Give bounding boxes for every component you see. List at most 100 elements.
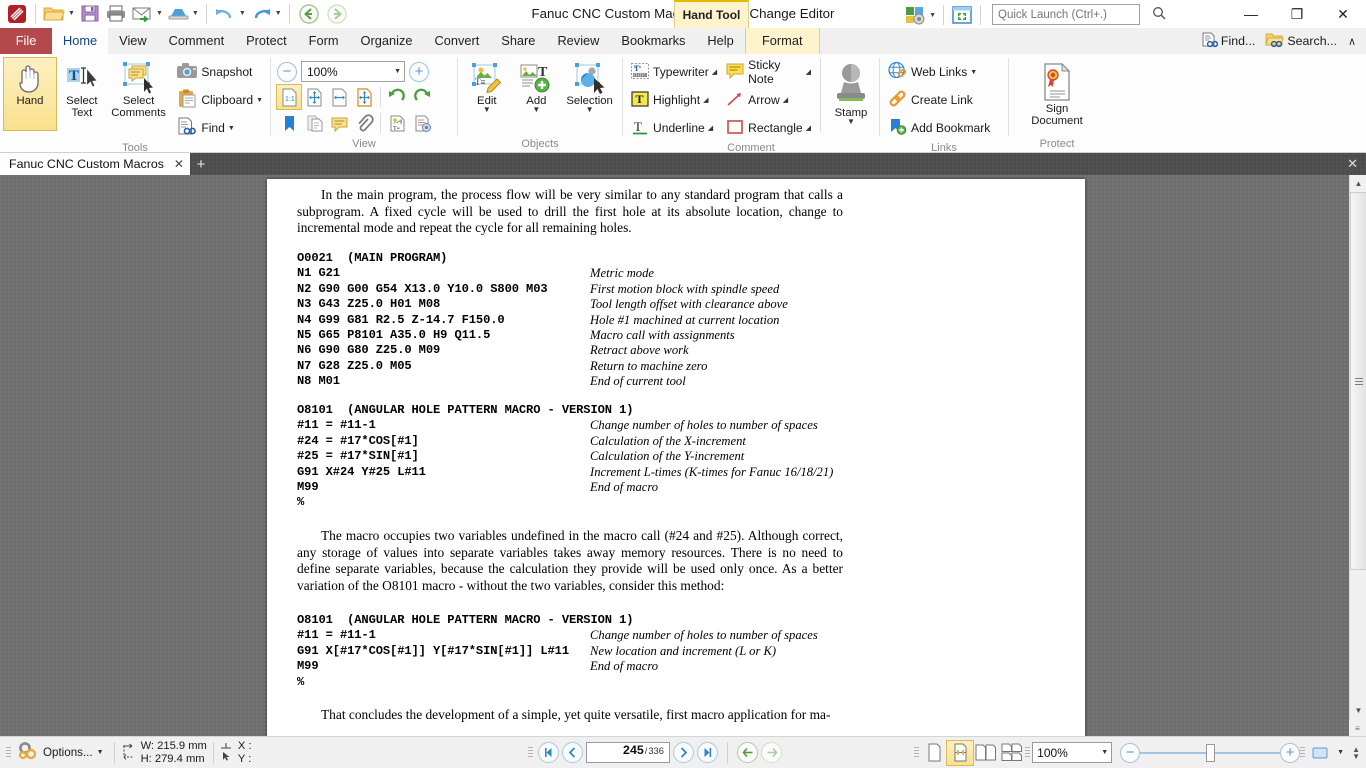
app-logo-icon[interactable] (4, 1, 30, 27)
typewriter-button[interactable]: T Typewriter ◢ (627, 58, 720, 86)
chevron-down-icon[interactable]: ▼ (1101, 749, 1108, 756)
find-caret-icon[interactable]: ▼ (228, 125, 235, 132)
search-button[interactable]: Search... (1260, 29, 1342, 53)
add-objects-button[interactable]: T Add ▼ (512, 58, 562, 132)
document-tab[interactable]: Fanuc CNC Custom Macros ✕ (0, 153, 190, 175)
create-link-button[interactable]: Create Link (884, 86, 976, 114)
tab-review[interactable]: Review (546, 28, 610, 54)
zoom-slider-thumb[interactable] (1206, 743, 1216, 762)
status-zoom-in-button[interactable]: + (1280, 742, 1301, 763)
bookmarks-pane-icon[interactable] (277, 111, 301, 135)
options-caret-icon[interactable]: ▼ (97, 749, 104, 756)
tab-bookmarks[interactable]: Bookmarks (610, 28, 696, 54)
clipboard-caret-icon[interactable]: ▼ (256, 97, 263, 104)
sticky-note-button[interactable]: Sticky Note ◢ (722, 58, 814, 86)
rectangle-caret-icon[interactable]: ◢ (806, 124, 811, 132)
scroll-page-down-icon[interactable]: ≡ (1349, 720, 1366, 736)
single-page-icon[interactable] (921, 741, 947, 765)
actual-size-icon[interactable]: 1:1 (276, 84, 302, 110)
forward-icon[interactable] (323, 1, 351, 27)
scroll-down-icon[interactable]: ▼ (1350, 702, 1366, 719)
arrow-button[interactable]: Arrow ◢ (722, 86, 814, 114)
underline-button[interactable]: T Underline ◢ (627, 114, 720, 142)
back-icon[interactable] (295, 1, 323, 27)
single-page-continuous-icon[interactable] (946, 739, 975, 766)
collapse-ribbon-icon[interactable]: ∧ (1342, 35, 1362, 48)
search-input[interactable] (998, 8, 1152, 21)
web-links-button[interactable]: Web Links ▼ (884, 58, 980, 86)
underline-caret-icon[interactable]: ◢ (708, 124, 713, 132)
tab-convert[interactable]: Convert (423, 28, 490, 54)
rotate-right-icon[interactable] (410, 85, 434, 109)
options-button[interactable]: Options... ▼ (13, 741, 108, 764)
tab-organize[interactable]: Organize (350, 28, 424, 54)
snapshot-button[interactable]: Snapshot (173, 58, 266, 86)
email-dropdown-caret-icon[interactable]: ▼ (156, 10, 165, 17)
thumbnails-pane-icon[interactable] (302, 111, 326, 135)
selection-button[interactable]: Selection ▼ (561, 58, 618, 132)
scroll-up-icon[interactable]: ▲ (1350, 175, 1366, 192)
tab-format[interactable]: Format (744, 28, 820, 54)
edit-objects-button[interactable]: T≡ Edit ▼ (462, 58, 512, 132)
fullscreen-caret-icon[interactable]: ▼ (1333, 749, 1348, 756)
web-links-caret-icon[interactable]: ▼ (970, 69, 977, 76)
scan-dropdown-caret-icon[interactable]: ▼ (192, 10, 201, 17)
quick-launch-search[interactable] (992, 4, 1166, 25)
tab-form[interactable]: Form (298, 28, 350, 54)
properties-icon[interactable] (410, 111, 434, 135)
vertical-scrollbar[interactable]: ▲ ▼ ≡ (1349, 175, 1366, 736)
print-icon[interactable] (103, 1, 129, 27)
highlight-button[interactable]: T Highlight ◢ (627, 86, 720, 114)
selection-caret-icon[interactable]: ▼ (586, 106, 594, 114)
two-pages-continuous-icon[interactable] (999, 741, 1025, 765)
clipboard-button[interactable]: Clipboard ▼ (173, 86, 266, 114)
fit-width-icon[interactable] (327, 85, 351, 109)
zoom-in-button[interactable]: + (409, 61, 429, 82)
attachments-pane-icon[interactable] (352, 111, 376, 135)
open-icon[interactable] (41, 1, 67, 27)
fit-visible-icon[interactable] (352, 85, 376, 109)
content-pane-icon[interactable]: T≡ (385, 111, 409, 135)
arrow-caret-icon[interactable]: ◢ (783, 96, 788, 104)
hand-tool-button[interactable]: Hand (3, 57, 57, 131)
status-zoom-combo[interactable]: 100% ▼ (1032, 742, 1113, 763)
close-button[interactable]: ✕ (1320, 0, 1366, 28)
tab-help[interactable]: Help (696, 28, 744, 54)
two-pages-icon[interactable] (973, 741, 999, 765)
tab-protect[interactable]: Protect (235, 28, 298, 54)
stamp-button[interactable]: Stamp ▼ (827, 58, 875, 138)
tab-share[interactable]: Share (490, 28, 546, 54)
close-all-tabs-button[interactable]: ✕ (1343, 153, 1362, 175)
undo-icon[interactable] (212, 1, 238, 27)
select-text-button[interactable]: T Select Text (56, 58, 108, 130)
save-icon[interactable] (77, 1, 103, 27)
zoom-level-combo[interactable]: 100% ▼ (301, 61, 405, 82)
sticky-note-caret-icon[interactable]: ◢ (806, 68, 811, 76)
chevron-down-icon[interactable]: ▼ (394, 68, 401, 75)
tab-comment[interactable]: Comment (158, 28, 235, 54)
close-icon[interactable]: ✕ (174, 157, 184, 171)
new-tab-button[interactable]: + (190, 153, 212, 175)
add-objects-caret-icon[interactable]: ▼ (532, 106, 540, 114)
redo-dropdown-caret-icon[interactable]: ▼ (275, 10, 284, 17)
first-page-button[interactable] (538, 742, 559, 763)
email-icon[interactable] (129, 1, 155, 27)
tab-view[interactable]: View (108, 28, 158, 54)
fullscreen-mode-icon[interactable] (1307, 741, 1333, 765)
minimize-button[interactable]: — (1228, 0, 1274, 28)
preferences-dropdown-caret-icon[interactable]: ▼ (929, 12, 938, 19)
tab-home[interactable]: Home (52, 28, 109, 54)
highlight-caret-icon[interactable]: ◢ (703, 96, 708, 104)
redo-icon[interactable] (248, 1, 274, 27)
expand-collapse-icon[interactable]: ▲ ▼ (1348, 745, 1364, 760)
restore-button[interactable]: ❐ (1274, 0, 1320, 28)
navigate-back-button[interactable] (737, 742, 758, 763)
zoom-slider[interactable] (1140, 743, 1281, 763)
navigate-forward-button[interactable] (761, 742, 782, 763)
next-page-button[interactable] (673, 742, 694, 763)
stamp-caret-icon[interactable]: ▼ (847, 118, 855, 126)
add-bookmark-button[interactable]: Add Bookmark (884, 114, 993, 142)
tab-file[interactable]: File (0, 28, 52, 54)
zoom-out-button[interactable]: − (277, 61, 297, 82)
typewriter-caret-icon[interactable]: ◢ (712, 68, 717, 76)
